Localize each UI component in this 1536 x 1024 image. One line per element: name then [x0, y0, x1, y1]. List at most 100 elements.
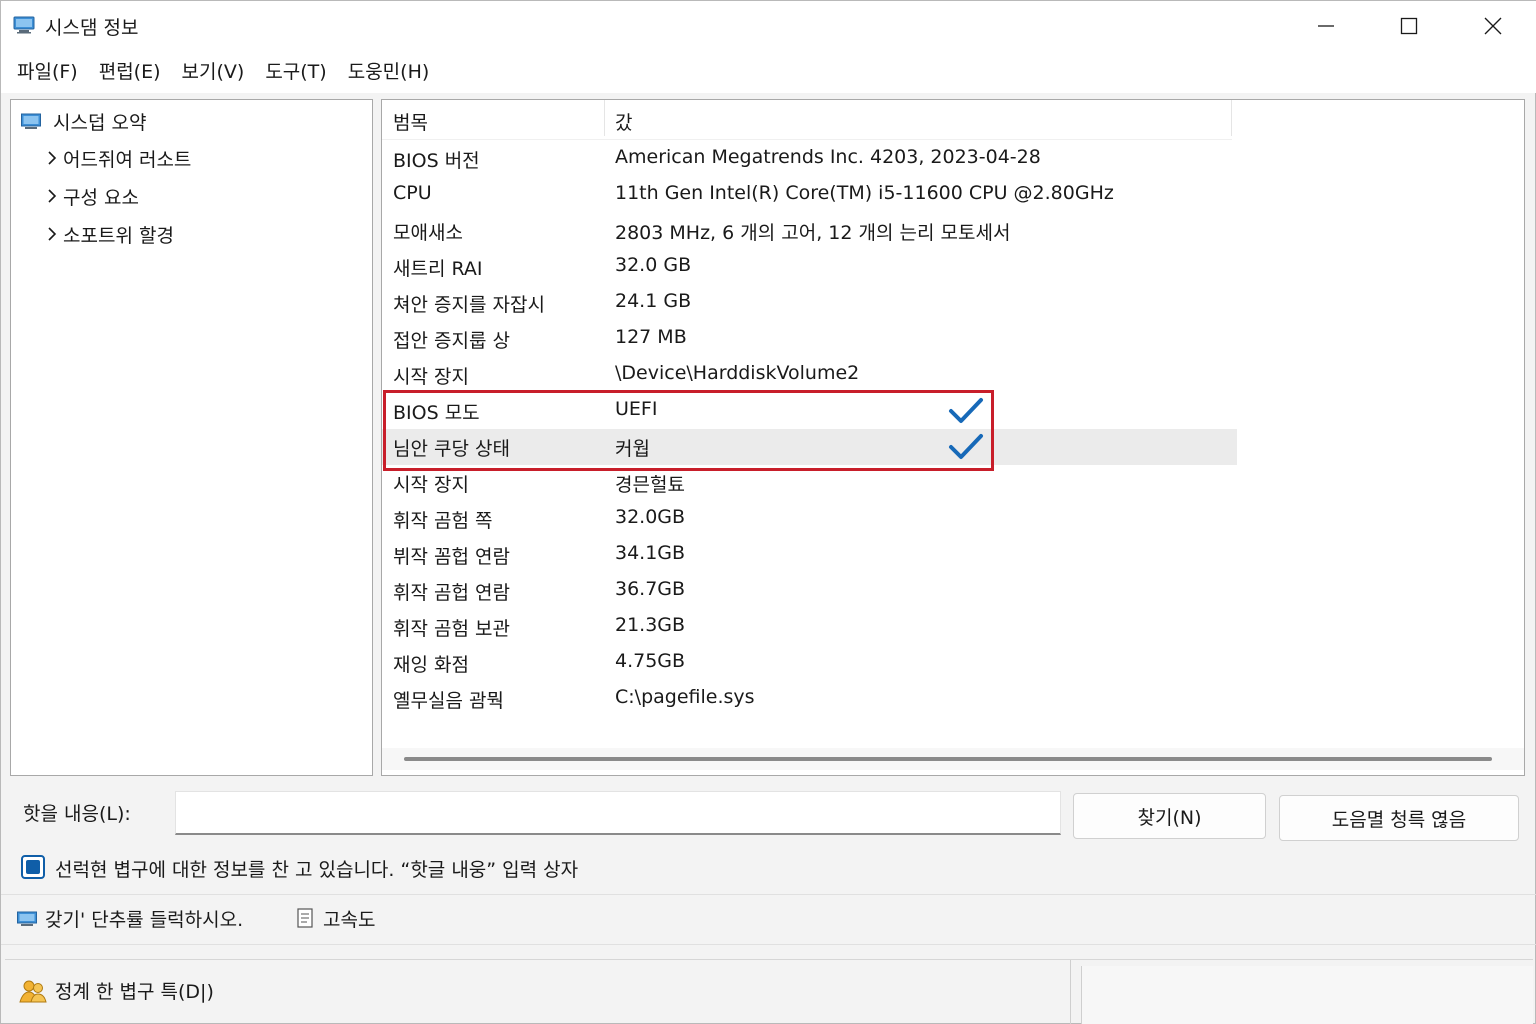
table-row[interactable]: BIOS 버전 American Megatrends Inc. 4203, 2…: [382, 141, 1237, 177]
document-icon: [297, 908, 313, 928]
hint-text: 갖기' 단추률 들럭하시오.: [45, 909, 244, 931]
window-title: 시스댐 정보: [45, 17, 139, 39]
menu-help[interactable]: 도웅민(H): [338, 52, 441, 92]
menu-edit[interactable]: 편럽(E): [89, 52, 172, 92]
row-item: 접안 증지룹 상: [393, 330, 510, 352]
monitor-icon: [21, 113, 41, 129]
tree-item-label: 구성 요소: [63, 186, 139, 209]
row-value: 11th Gen Intel(R) Core(TM) i5-11600 CPU …: [615, 182, 1114, 204]
chevron-right-icon: [48, 189, 57, 203]
row-value: 24.1 GB: [615, 290, 692, 312]
find-button[interactable]: 찾기(N): [1073, 793, 1266, 839]
minimize-icon: [1318, 25, 1334, 27]
checkmark-icon: [949, 434, 983, 459]
row-value: \Device\HarddiskVolume2: [615, 362, 860, 384]
row-item: 휘작 곰험 쪽: [393, 510, 493, 532]
column-separator[interactable]: [604, 100, 605, 136]
table-row[interactable]: 시작 장지 \Device\HarddiskVolume2: [382, 357, 1237, 393]
maximize-button[interactable]: [1367, 1, 1451, 51]
table-row[interactable]: 새트리 RAI 32.0 GB: [382, 249, 1237, 285]
tree-root-label: 시스덥 오약: [53, 111, 147, 134]
table-row[interactable]: 휘작 곰험 쪽 32.0GB: [382, 501, 1237, 537]
row-item: BIOS 모도: [393, 402, 480, 424]
table-row[interactable]: 휘작 곰험 보관 21.3GB: [382, 609, 1237, 645]
tree-item-hardware-resources[interactable]: 어드쥐여 러소트: [45, 145, 191, 171]
table-row[interactable]: 뷔작 꼼헙 연람 34.1GB: [382, 537, 1237, 573]
row-item: 모애새소: [393, 222, 463, 244]
row-item: 재잉 화점: [393, 654, 469, 676]
checkbox-label: 선럭현 볍구에 대한 정보를 찬 고 있습니다. “핫글 내웅” 입력 상자: [55, 859, 579, 881]
table-row[interactable]: 휘작 곰헙 연람 36.7GB: [382, 573, 1237, 609]
row-item: 뷔작 꼼헙 연람: [393, 546, 510, 568]
title-bar: 시스댐 정보: [1, 1, 1536, 51]
row-item: 님안 쿠당 상태: [393, 438, 510, 460]
divider: [1, 894, 1536, 895]
row-item: 쳐안 증지를 자잡시: [393, 294, 545, 316]
system-info-window: 시스댐 정보 파일(F) 편럽(E) 보기(V) 도구(T) 도웅민(H) 시스…: [0, 0, 1536, 1024]
monitor-icon: [13, 16, 35, 34]
column-header-value[interactable]: 갔: [615, 108, 632, 135]
divider: [1, 944, 1536, 945]
row-item: 새트리 RAI: [393, 258, 483, 280]
row-value: UEFI: [615, 398, 658, 420]
row-value: C:\pagefile.sys: [615, 686, 755, 708]
close-button[interactable]: [1451, 1, 1535, 51]
column-header: 범목 갔: [382, 100, 1232, 140]
category-tree[interactable]: 시스덥 오약 어드쥐여 러소트 구성 요소 소포트위 할경: [10, 99, 373, 776]
people-icon: [19, 980, 47, 1003]
row-value: American Megatrends Inc. 4203, 2023-04-2…: [615, 146, 1041, 168]
close-find-button[interactable]: 도음멸 청륵 엲음: [1279, 795, 1519, 841]
row-value: 32.0GB: [615, 506, 686, 528]
tree-item-system-summary[interactable]: 시스덥 오약: [21, 108, 146, 134]
close-icon: [1484, 17, 1502, 35]
horizontal-scrollbar[interactable]: [382, 748, 1524, 770]
menu-file[interactable]: 파일(F): [7, 52, 89, 92]
find-input[interactable]: [175, 791, 1061, 835]
checkbox-fill: [26, 860, 40, 874]
row-item: BIOS 버전: [393, 150, 480, 172]
row-item: 휘작 곰헙 연람: [393, 582, 510, 604]
row-value: 2803 MHz, 6 개의 고어, 12 개의 는리 모토세서: [615, 222, 1011, 244]
table-row-secure-boot[interactable]: 님안 쿠당 상태 커웝: [382, 429, 1237, 465]
table-row[interactable]: 옐무실음 괌뭑 C:\pagefile.sys: [382, 681, 1237, 717]
hint-text-secondary: 고속도: [323, 909, 376, 931]
row-value: 커웝: [615, 438, 650, 460]
table-row[interactable]: 재잉 화점 4.75GB: [382, 645, 1237, 681]
row-value: 34.1GB: [615, 542, 686, 564]
maximize-icon: [1400, 17, 1418, 35]
menu-tools[interactable]: 도구(T): [255, 52, 337, 92]
menu-view[interactable]: 보기(V): [172, 52, 256, 92]
row-value: 36.7GB: [615, 578, 686, 600]
table-row-bios-mode[interactable]: BIOS 모도 UEFI: [382, 393, 1237, 429]
table-row[interactable]: 접안 증지룹 상 127 MB: [382, 321, 1237, 357]
row-item: 옐무실음 괌뭑: [393, 690, 504, 712]
row-value: 21.3GB: [615, 614, 686, 636]
find-label: 핫을 내응(L):: [23, 803, 131, 825]
row-value: 127 MB: [615, 326, 687, 348]
table-row[interactable]: 시작 장지 경믄헐툐: [382, 465, 1237, 501]
status-bar: 정계 한 볍구 특(D|): [5, 959, 1533, 1024]
tree-item-label: 소포트위 할경: [63, 224, 174, 247]
row-item: 시작 장지: [393, 474, 469, 496]
row-item: CPU: [393, 182, 432, 204]
checkmark-icon: [949, 398, 983, 423]
row-value: 32.0 GB: [615, 254, 692, 276]
table-row[interactable]: 모애새소 2803 MHz, 6 개의 고어, 12 개의 는리 모토세서: [382, 213, 1237, 249]
status-text: 정계 한 볍구 특(D|): [55, 981, 214, 1003]
row-value: 4.75GB: [615, 650, 686, 672]
tree-item-components[interactable]: 구성 요소: [45, 183, 139, 209]
column-separator[interactable]: [1231, 100, 1232, 136]
minimize-button[interactable]: [1284, 1, 1368, 51]
row-item: 휘작 곰험 보관: [393, 618, 510, 640]
search-selected-category-checkbox[interactable]: [21, 855, 45, 879]
table-row[interactable]: 쳐안 증지를 자잡시 24.1 GB: [382, 285, 1237, 321]
chevron-right-icon: [48, 227, 57, 241]
status-pane-right: [1081, 966, 1533, 1024]
monitor-icon: [17, 911, 37, 926]
column-header-item[interactable]: 범목: [393, 108, 428, 135]
scrollbar-thumb[interactable]: [404, 757, 1492, 761]
table-row[interactable]: CPU 11th Gen Intel(R) Core(TM) i5-11600 …: [382, 177, 1237, 213]
tree-item-software-environment[interactable]: 소포트위 할경: [45, 221, 174, 247]
menu-bar: 파일(F) 편럽(E) 보기(V) 도구(T) 도웅민(H): [1, 51, 1536, 93]
row-item: 시작 장지: [393, 366, 469, 388]
